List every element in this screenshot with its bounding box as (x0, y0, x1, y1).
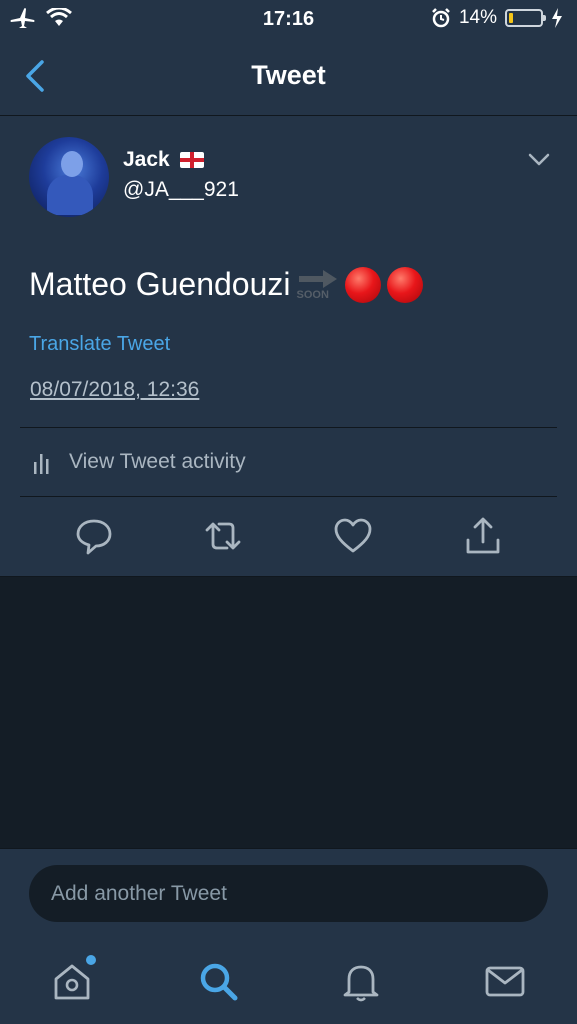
tab-messages[interactable] (483, 959, 527, 1003)
status-bar: 17:16 14% (0, 0, 577, 38)
page-title: Tweet (251, 60, 326, 90)
user-name: Jack (123, 148, 170, 171)
messages-icon (485, 966, 525, 997)
activity-label: View Tweet activity (69, 450, 246, 473)
red-circle-emoji (386, 266, 423, 303)
battery-fill (509, 13, 513, 23)
user-name-row[interactable]: Jack (123, 148, 204, 172)
nav-bar: Tweet (0, 38, 577, 116)
notifications-icon (343, 965, 379, 1002)
england-flag-icon (179, 152, 204, 168)
view-tweet-activity[interactable]: View Tweet activity (33, 450, 246, 474)
add-tweet-input[interactable]: Add another Tweet (29, 865, 548, 922)
tab-home[interactable] (50, 955, 96, 1003)
avatar[interactable] (29, 137, 109, 217)
analytics-bars-icon (34, 454, 49, 474)
translate-tweet-link[interactable]: Translate Tweet (29, 333, 170, 356)
divider (20, 496, 557, 497)
tweet-body: Matteo Guendouzi (29, 266, 291, 302)
new-content-dot (86, 955, 96, 965)
retweet-icon[interactable] (203, 516, 243, 556)
user-handle[interactable]: @JA___921 (123, 178, 239, 202)
battery-icon (505, 9, 546, 27)
red-circle-emoji (344, 266, 381, 303)
tweet-actions (0, 516, 577, 560)
reply-icon[interactable] (74, 516, 114, 556)
compose-and-tab-bar: Add another Tweet (0, 848, 577, 1024)
avatar-figure-body (47, 175, 93, 215)
charging-icon (552, 8, 562, 28)
search-icon (200, 963, 238, 1001)
share-icon[interactable] (463, 516, 503, 556)
battery-percent: 14% (458, 7, 497, 28)
avatar-figure-head (61, 151, 83, 177)
soon-arrow-emoji: SOON (297, 268, 339, 302)
home-icon (54, 964, 90, 1000)
status-right: 14% (431, 7, 563, 29)
chevron-down-icon[interactable] (527, 152, 551, 168)
like-icon[interactable] (333, 516, 373, 556)
tab-notifications[interactable] (339, 959, 383, 1003)
soon-label: SOON (296, 288, 329, 301)
right-arrow-icon (298, 269, 337, 288)
tab-search[interactable] (196, 959, 240, 1003)
divider (20, 427, 557, 428)
tweet-text: Matteo Guendouzi SOON (29, 266, 423, 303)
tweet-timestamp[interactable]: 08/07/2018, 12:36 (30, 378, 199, 402)
alarm-icon (432, 8, 450, 28)
tweet-detail: Jack @JA___921 Matteo Guendouzi SOON Tra… (0, 116, 577, 577)
